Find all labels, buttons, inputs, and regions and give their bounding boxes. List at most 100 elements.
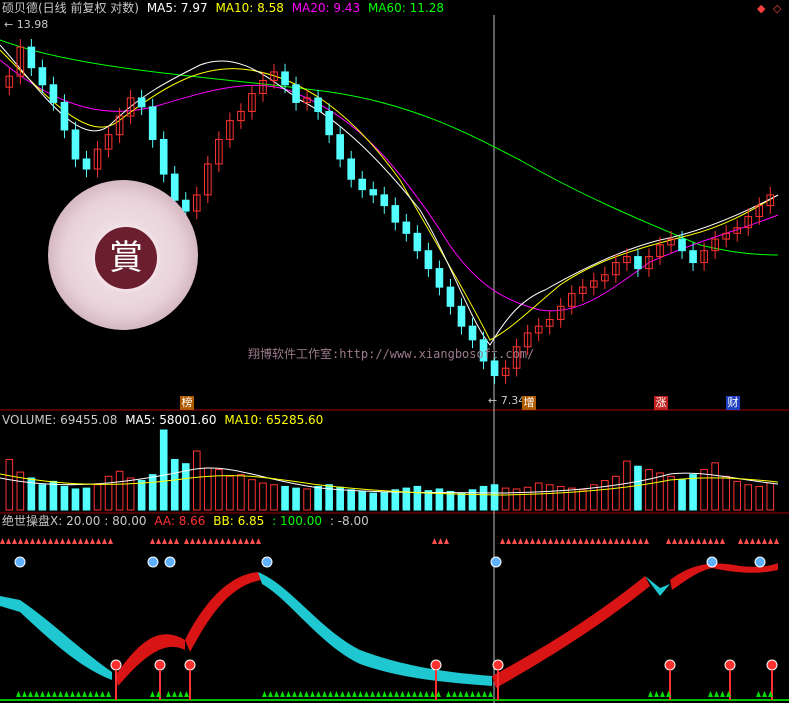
green-arrow-icon	[34, 691, 39, 697]
green-arrow-icon	[46, 691, 51, 697]
volume-bar	[490, 484, 499, 511]
up-arrow-icon	[196, 538, 201, 544]
volume-bar	[314, 485, 322, 511]
event-tag-zhang[interactable]: 涨	[654, 396, 668, 410]
volume-bar	[159, 429, 168, 511]
volume-bar	[137, 480, 146, 511]
indicator-cyan-band	[0, 596, 112, 680]
up-arrow-icon	[608, 538, 613, 544]
candle	[137, 97, 146, 108]
up-arrow-icon	[108, 538, 113, 544]
candle	[689, 250, 697, 264]
up-arrow-icon	[48, 538, 53, 544]
candle	[38, 67, 47, 86]
volume-bar	[645, 469, 653, 511]
up-arrow-icon	[18, 538, 23, 544]
volume-bar	[413, 485, 422, 511]
up-arrow-icon	[506, 538, 511, 544]
green-arrow-icon	[648, 691, 653, 697]
green-arrow-icon	[446, 691, 451, 697]
up-arrow-icon	[638, 538, 643, 544]
green-arrow-icon	[100, 691, 105, 697]
volume-bar	[578, 489, 587, 511]
chart-header: 硕贝德(日线 前复权 对数) MA5: 7.97 MA10: 8.58 MA20…	[2, 1, 448, 15]
green-arrow-icon	[316, 691, 321, 697]
up-arrow-icon	[220, 538, 225, 544]
candle	[148, 106, 157, 140]
candle	[369, 189, 378, 196]
green-arrow-icon	[322, 691, 327, 697]
green-arrow-icon	[40, 691, 45, 697]
candle	[281, 71, 289, 86]
green-arrow-icon	[476, 691, 481, 697]
indicator-header: 绝世操盘X: 20.00 : 80.00 AA: 8.66 BB: 6.85 :…	[2, 514, 373, 528]
volume-bar	[104, 475, 113, 511]
up-arrow-icon	[256, 538, 261, 544]
green-arrow-icon	[184, 691, 189, 697]
up-arrow-icon	[36, 538, 41, 544]
event-tag-cai[interactable]: 财	[726, 396, 740, 410]
green-arrow-icon	[64, 691, 69, 697]
event-tag-zeng[interactable]: 增	[522, 396, 536, 410]
indicator-aa: AA: 8.66	[154, 514, 206, 528]
green-arrow-icon	[452, 691, 457, 697]
green-arrow-icon	[286, 691, 291, 697]
volume-bar	[612, 475, 620, 511]
green-arrow-icon	[304, 691, 309, 697]
volume-bar	[523, 486, 532, 511]
volume-header: VOLUME: 69455.08 MA5: 58001.60 MA10: 652…	[2, 413, 327, 427]
up-arrow-icon	[174, 538, 179, 544]
signal-ball-icon	[147, 556, 159, 568]
up-arrow-icon	[90, 538, 95, 544]
signal-ball-icon	[164, 556, 176, 568]
candle	[402, 221, 411, 234]
up-arrow-icon	[208, 538, 213, 544]
green-arrow-icon	[370, 691, 375, 697]
up-arrow-icon	[644, 538, 649, 544]
up-arrow-icon	[632, 538, 637, 544]
up-arrow-icon	[590, 538, 595, 544]
volume-bar	[766, 482, 775, 511]
diamond-up-icon[interactable]: ◆	[757, 2, 765, 15]
volume-bar	[126, 477, 135, 511]
signal-red-ball-icon	[154, 659, 166, 671]
signal-red-ball-icon	[110, 659, 122, 671]
volume-bar	[93, 484, 102, 511]
green-arrow-icon	[412, 691, 417, 697]
green-arrow-icon	[654, 691, 659, 697]
watermark-text: 翔博软件工作室:http://www.xiangbosoft.com/	[248, 347, 535, 361]
up-arrow-icon	[438, 538, 443, 544]
green-arrow-icon	[660, 691, 665, 697]
green-arrow-icon	[28, 691, 33, 697]
volume-bar	[689, 474, 697, 511]
signal-red-ball-icon	[492, 659, 504, 671]
diamond-icon[interactable]: ◇	[773, 2, 781, 15]
candle	[170, 173, 179, 201]
green-arrow-icon	[430, 691, 435, 697]
candle	[468, 325, 477, 341]
signal-ball-icon	[14, 556, 26, 568]
volume-bar	[369, 492, 378, 511]
volume-bar	[38, 484, 47, 511]
up-arrow-icon	[684, 538, 689, 544]
up-arrow-icon	[678, 538, 683, 544]
up-arrow-icon	[708, 538, 713, 544]
candle	[413, 232, 422, 252]
volume-bar	[303, 488, 311, 511]
signal-ball-icon	[490, 556, 502, 568]
event-tag-bang[interactable]: 榜	[180, 396, 194, 410]
green-arrow-icon	[94, 691, 99, 697]
candle	[435, 268, 444, 288]
green-arrow-icon	[488, 691, 493, 697]
green-arrow-icon	[464, 691, 469, 697]
up-arrow-icon	[6, 538, 11, 544]
signal-red-ball-icon	[766, 659, 778, 671]
ma60-readout: MA60: 11.28	[367, 1, 444, 15]
up-arrow-icon	[554, 538, 559, 544]
indicator-name: 绝世操盘X	[2, 514, 59, 528]
green-arrow-icon	[150, 691, 155, 697]
up-arrow-icon	[12, 538, 17, 544]
signal-red-ball-icon	[724, 659, 736, 671]
volume-bar	[115, 470, 124, 511]
up-arrow-icon	[78, 538, 83, 544]
